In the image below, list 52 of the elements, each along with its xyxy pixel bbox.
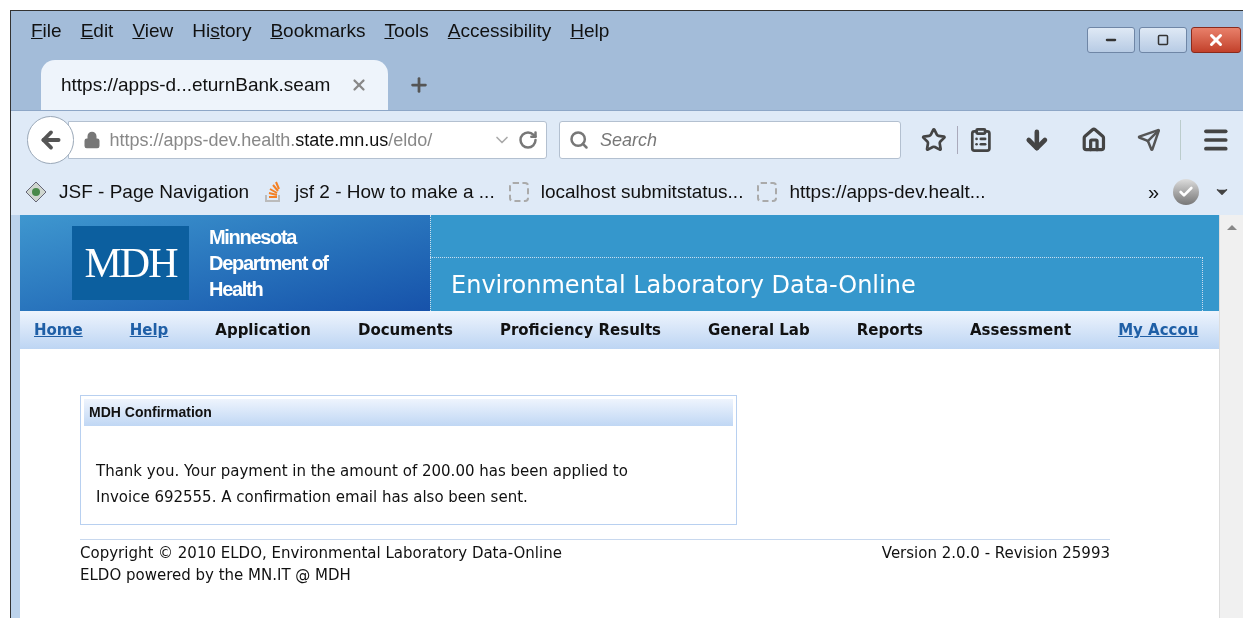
powered-by-text: ELDO powered by the MN.IT @ MDH: [80, 565, 352, 586]
nav-link[interactable]: Application: [215, 318, 311, 342]
site-title: Environmental Laboratory Data-Online: [451, 269, 916, 301]
nav-link[interactable]: General Lab: [708, 318, 810, 342]
logo: MDH: [72, 226, 189, 300]
back-button[interactable]: [27, 116, 75, 164]
menu-item[interactable]: Accessibility: [447, 16, 552, 46]
copyright-text: Copyright © 2010 ELDO, Environmental Laboratory Data-Online: [80, 543, 562, 564]
check-icon[interactable]: [1173, 179, 1199, 205]
scrollbar[interactable]: [1219, 215, 1243, 618]
url-text: https://apps-dev.health.state.mn.us/eldo/: [109, 128, 433, 152]
scroll-up-icon[interactable]: [1225, 223, 1238, 231]
page-icon: [757, 182, 778, 202]
menu-item[interactable]: History: [192, 16, 252, 46]
star-icon[interactable]: [920, 127, 947, 153]
search-icon: [568, 130, 589, 150]
nav-link[interactable]: Reports: [856, 318, 923, 342]
menu-item[interactable]: File: [31, 16, 62, 46]
bookmark-item[interactable]: https://apps-dev.healt...: [757, 177, 986, 207]
nav-link[interactable]: Assessment: [969, 318, 1072, 342]
version-text: Version 2.0.0 - Revision 25993: [881, 543, 1110, 564]
bookmark-item[interactable]: jsf 2 - How to make a ...: [263, 177, 495, 207]
nav-link[interactable]: Home: [34, 318, 83, 342]
bookmark-item[interactable]: JSF - Page Navigation: [25, 177, 250, 207]
close-icon: [1207, 31, 1225, 49]
menu-item[interactable]: View: [132, 16, 174, 46]
nav-link[interactable]: Help: [129, 318, 169, 342]
overflow-chevron[interactable]: »: [1147, 177, 1159, 207]
globe-icon: [25, 181, 47, 203]
maximize-button[interactable]: [1139, 27, 1187, 53]
address-bar[interactable]: https://apps-dev.health.state.mn.us/eldo/: [68, 121, 547, 159]
nav-link[interactable]: Proficiency Results: [499, 318, 662, 342]
menu-item[interactable]: Tools: [384, 16, 429, 46]
maximize-icon: [1157, 34, 1169, 46]
confirmation-message: Thank you. Your payment in the amount of 200.00 has been applied to Invoice 692555. A confirmation email has also been sent.: [95, 461, 629, 508]
browser-tab[interactable]: https://apps-d...eturnBank.seam: [41, 60, 389, 110]
search-field[interactable]: Search: [558, 121, 901, 159]
tab-title: https://apps-d...eturnBank.seam: [61, 72, 331, 97]
nav-link[interactable]: My Accou: [1118, 318, 1199, 342]
bookmark-item[interactable]: localhost submitstatus...: [508, 177, 744, 207]
home-icon[interactable]: [1080, 127, 1107, 153]
lock-icon: [83, 131, 102, 149]
menu-item[interactable]: Help: [570, 16, 610, 46]
nav-link[interactable]: Documents: [357, 318, 453, 342]
page-icon: [508, 182, 529, 202]
menu-item[interactable]: Edit: [80, 16, 114, 46]
org-name: Minnesota Department of Health: [209, 225, 330, 302]
paper-plane-icon[interactable]: [1136, 128, 1161, 152]
close-button[interactable]: [1191, 27, 1241, 53]
reload-icon[interactable]: [517, 130, 538, 150]
panel-header: MDH Confirmation: [84, 399, 733, 426]
menu-item[interactable]: Bookmarks: [270, 16, 366, 46]
